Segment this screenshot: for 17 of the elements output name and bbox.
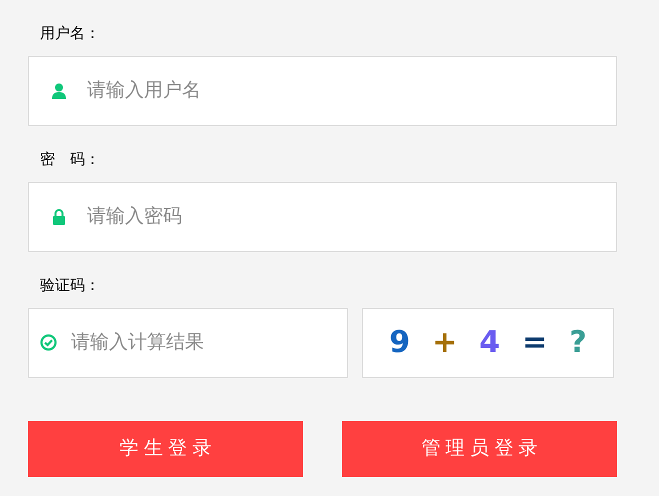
captcha-character: 4 [479,328,500,358]
field-label: 密 码： [40,150,100,170]
captcha-image[interactable]: 9 + 4 = ? [362,308,614,378]
input-field[interactable]: 请输入密码 [28,182,617,252]
lock-icon [52,209,66,225]
captcha-character: = [522,328,548,358]
login-button[interactable]: 学 生 登 录 [28,421,303,477]
input-field[interactable]: 请输入计算结果 [28,308,348,378]
input-field[interactable]: 请输入用户名 [28,56,617,126]
captcha-character: + [432,328,458,358]
person-icon [52,83,66,99]
login-button[interactable]: 管 理 员 登 录 [342,421,617,477]
captcha-character: ? [569,328,587,358]
check-circle-icon [40,334,57,351]
field-label: 验证码： [40,276,100,296]
field-label: 用户名： [40,24,100,44]
captcha-character: 9 [389,328,410,358]
